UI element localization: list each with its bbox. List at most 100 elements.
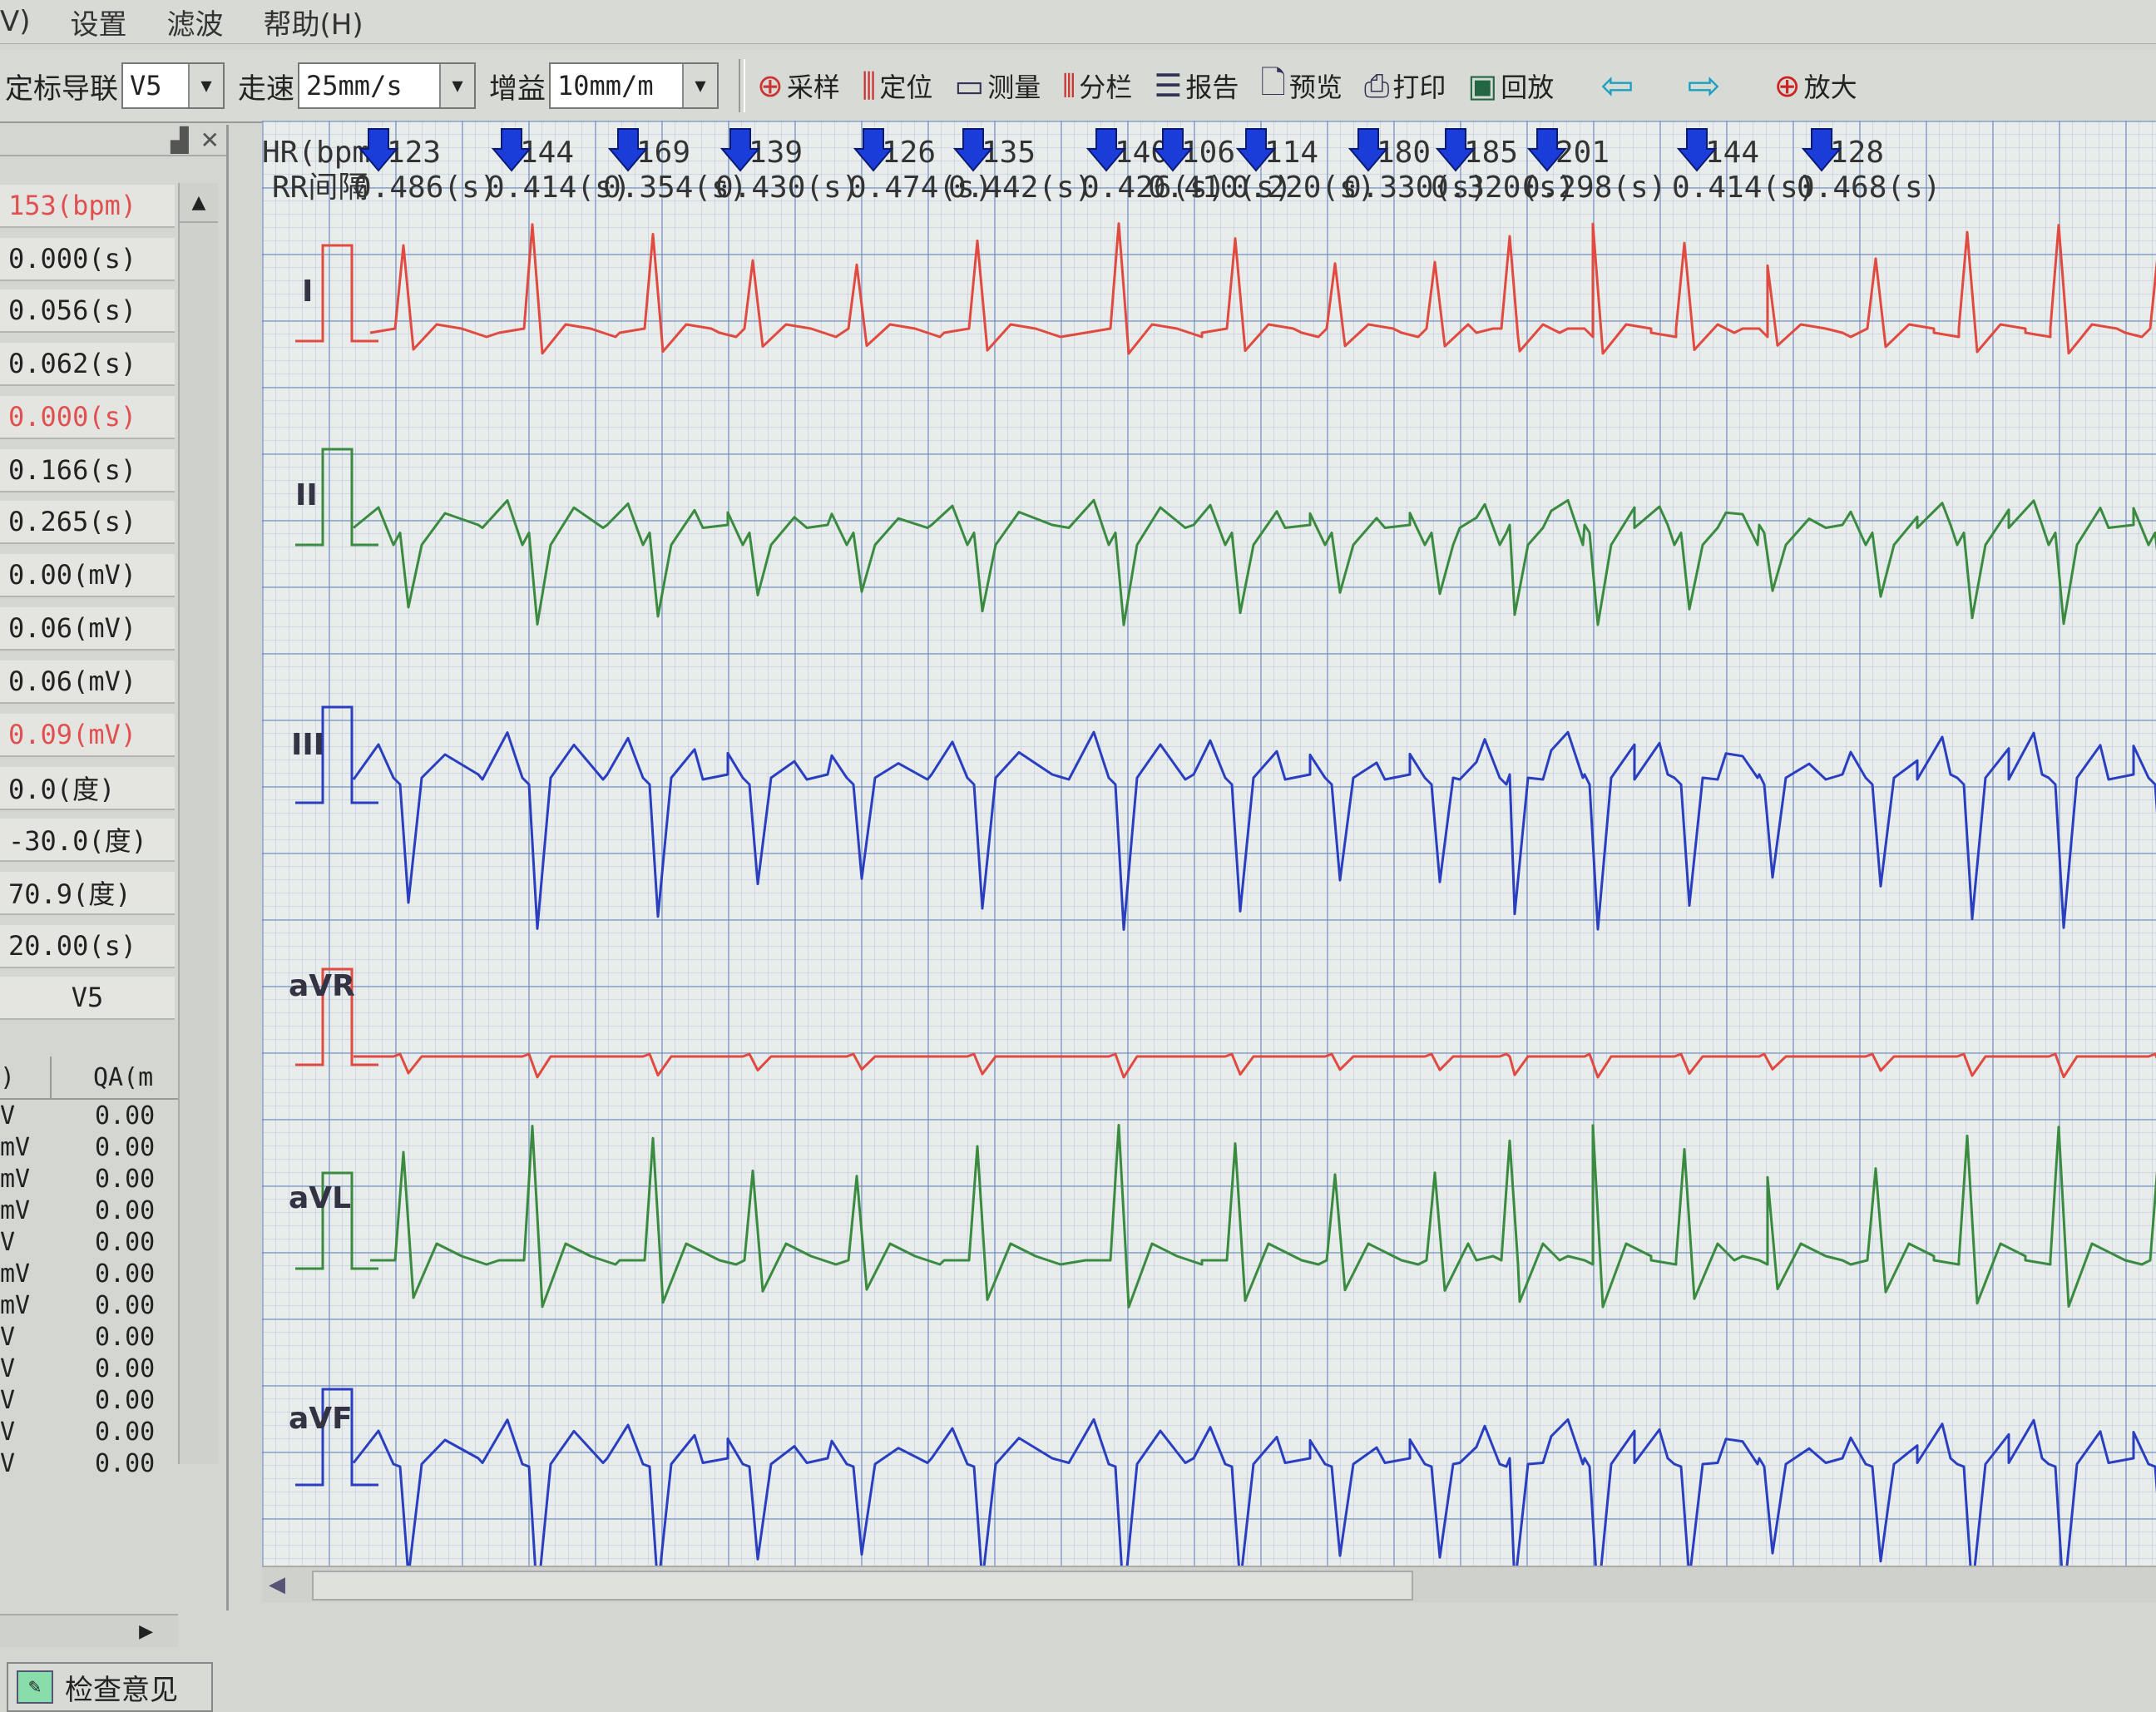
locate-button-label: 定位 — [879, 72, 933, 103]
preview-button-label: 预览 — [1288, 72, 1343, 103]
gain-value: 10mm/m — [557, 70, 654, 101]
table-row: V 0.00 — [0, 1447, 178, 1479]
lead-label-aVR: aVR — [289, 969, 355, 1003]
qa-table-header: ) QA(m — [0, 1056, 178, 1100]
previous-button[interactable]: ⇦ — [1600, 62, 1637, 109]
qa-table-body: V 0.00 mV 0.00 mV 0.00 mV 0.00 V 0.00 mV 0.00 mV 0.00… — [0, 1100, 178, 1479]
print-button-label: 打印 — [1392, 72, 1446, 103]
hr-value: 169 — [636, 136, 690, 170]
ecg-display[interactable]: HR(bpm) RR间隔 123 0.486(s) 144 0.414(s) 169 0.35… — [262, 121, 2156, 1568]
measurement-scrollbar[interactable]: ▲ — [178, 183, 218, 1464]
rr-value: 0.414(s) — [1672, 171, 1816, 205]
preview-button[interactable]: 🗋 预览 — [1260, 59, 1343, 113]
lead-label-aVL: aVL — [289, 1181, 352, 1215]
zoom-in-button-label: 放大 — [1803, 72, 1857, 103]
gain-select[interactable]: 10mm/m ▼ — [549, 62, 719, 109]
measurement-value: 20.00(s) — [0, 925, 175, 968]
sample-icon: ⊕ — [757, 67, 784, 104]
lead-label-II: II — [295, 478, 318, 512]
qa-table-hscrollbar[interactable]: ▶ — [0, 1614, 178, 1647]
hr-value: 126 — [882, 136, 936, 170]
menu-settings[interactable]: 设置 — [71, 2, 127, 42]
table-cell-unit: V — [0, 1448, 16, 1478]
chevron-down-icon[interactable]: ▼ — [439, 64, 474, 107]
hr-value: 128 — [1830, 136, 1884, 170]
rr-value: 0.486(s) — [354, 171, 497, 205]
table-cell-unit: V — [0, 1101, 16, 1131]
table-row: V 0.00 — [0, 1353, 178, 1384]
qa-table-col1-header: ) — [0, 1056, 52, 1098]
toolbar: 定标导联 V5 ▼ 走速 25mm/s ▼ 增益 10mm/m ▼ ⊕ 采样 ⫼… — [0, 50, 2156, 123]
menu-view[interactable]: V) — [0, 5, 31, 38]
chevron-down-icon[interactable]: ▼ — [188, 64, 223, 107]
table-cell-qa: 0.00 — [95, 1101, 156, 1131]
report-button-label: 报告 — [1185, 72, 1239, 103]
table-cell-qa: 0.00 — [95, 1195, 156, 1225]
exam-opinion-button[interactable]: ✎ 检查意见 — [7, 1662, 213, 1712]
hr-value: 185 — [1464, 136, 1518, 170]
zoom-in-button[interactable]: ⊕ 放大 — [1774, 67, 1857, 105]
lead-label-I: I — [302, 275, 314, 309]
playback-button-label: 回放 — [1501, 72, 1555, 103]
menu-help[interactable]: 帮助(H) — [264, 2, 363, 42]
zoom-in-icon: ⊕ — [1773, 67, 1801, 104]
scroll-right-icon[interactable]: ▶ — [139, 1621, 153, 1642]
hr-value: 114 — [1264, 136, 1318, 170]
close-icon[interactable]: ✕ — [200, 126, 220, 154]
print-icon: ⎙ — [1363, 67, 1390, 104]
menu-filter[interactable]: 滤波 — [167, 2, 224, 42]
hr-value: 135 — [982, 136, 1036, 170]
report-button[interactable]: ☰ 报告 — [1154, 67, 1239, 105]
table-cell-unit: V — [0, 1322, 16, 1352]
restore-icon[interactable]: ▟ — [171, 126, 189, 154]
menu-bar: V) 设置 滤波 帮助(H) — [0, 0, 2156, 44]
scroll-left-icon[interactable]: ◀ — [269, 1572, 285, 1597]
hr-value: 123 — [387, 136, 441, 170]
print-button[interactable]: ⎙ 打印 — [1364, 67, 1446, 105]
columns-button[interactable]: ⫴ 分栏 — [1062, 67, 1132, 105]
next-button[interactable]: ⇨ — [1688, 62, 1724, 109]
sample-button[interactable]: ⊕ 采样 — [757, 67, 840, 105]
toolbar-separator — [739, 59, 745, 112]
measurement-value: 0.06(mV) — [0, 607, 175, 651]
measure-button[interactable]: ▭ 测量 — [954, 67, 1041, 105]
report-icon: ☰ — [1154, 67, 1183, 104]
measurement-value: V5 — [0, 977, 175, 1020]
chevron-down-icon[interactable]: ▼ — [682, 64, 717, 107]
table-row: mV 0.00 — [0, 1131, 178, 1163]
rr-value: 0.430(s) — [715, 171, 859, 205]
scroll-up-icon[interactable]: ▲ — [180, 183, 218, 223]
measurement-value: -30.0(度) — [0, 819, 175, 862]
columns-button-label: 分栏 — [1079, 72, 1133, 103]
table-cell-unit: V — [0, 1417, 16, 1447]
measurement-value: 70.9(度) — [0, 872, 175, 915]
ecg-waveforms: HR(bpm)RR间隔1230.486(s)1440.414(s)1690.35… — [262, 128, 2156, 1568]
table-row: mV 0.00 — [0, 1258, 178, 1289]
table-row: mV 0.00 — [0, 1289, 178, 1321]
rr-value: 0.298(s) — [1522, 171, 1666, 205]
speed-select[interactable]: 25mm/s ▼ — [298, 62, 476, 109]
table-row: V 0.00 — [0, 1100, 178, 1131]
qa-table-col2-header: QA(m — [93, 1062, 154, 1092]
ecg-waveform-I — [369, 222, 2156, 355]
ecg-hscrollbar[interactable]: ◀ — [262, 1566, 2156, 1602]
measurement-value: 153(bpm) — [0, 185, 175, 228]
columns-icon: ⫴ — [1062, 67, 1076, 104]
measurement-value: 0.000(s) — [0, 238, 175, 281]
speed-value: 25mm/s — [306, 70, 403, 101]
table-row: V 0.00 — [0, 1321, 178, 1353]
measurement-value: 0.166(s) — [0, 449, 175, 492]
locate-button[interactable]: ⫼ 定位 — [862, 67, 933, 105]
ecg-scroll-thumb[interactable] — [312, 1571, 1413, 1601]
hr-value: 180 — [1377, 136, 1431, 170]
table-cell-qa: 0.00 — [95, 1417, 156, 1447]
table-cell-qa: 0.00 — [95, 1132, 156, 1162]
table-cell-unit: mV — [0, 1195, 31, 1225]
calibration-lead-label: 定标导联 — [5, 72, 118, 106]
hr-value: 144 — [520, 136, 574, 170]
playback-button[interactable]: ▣ 回放 — [1467, 67, 1554, 105]
ecg-waveform-aVL — [370, 1124, 2156, 1309]
ecg-waveform-aVR — [354, 1052, 2156, 1079]
rr-value: 0.442(s) — [948, 171, 1092, 205]
calibration-lead-select[interactable]: V5 ▼ — [121, 62, 225, 109]
